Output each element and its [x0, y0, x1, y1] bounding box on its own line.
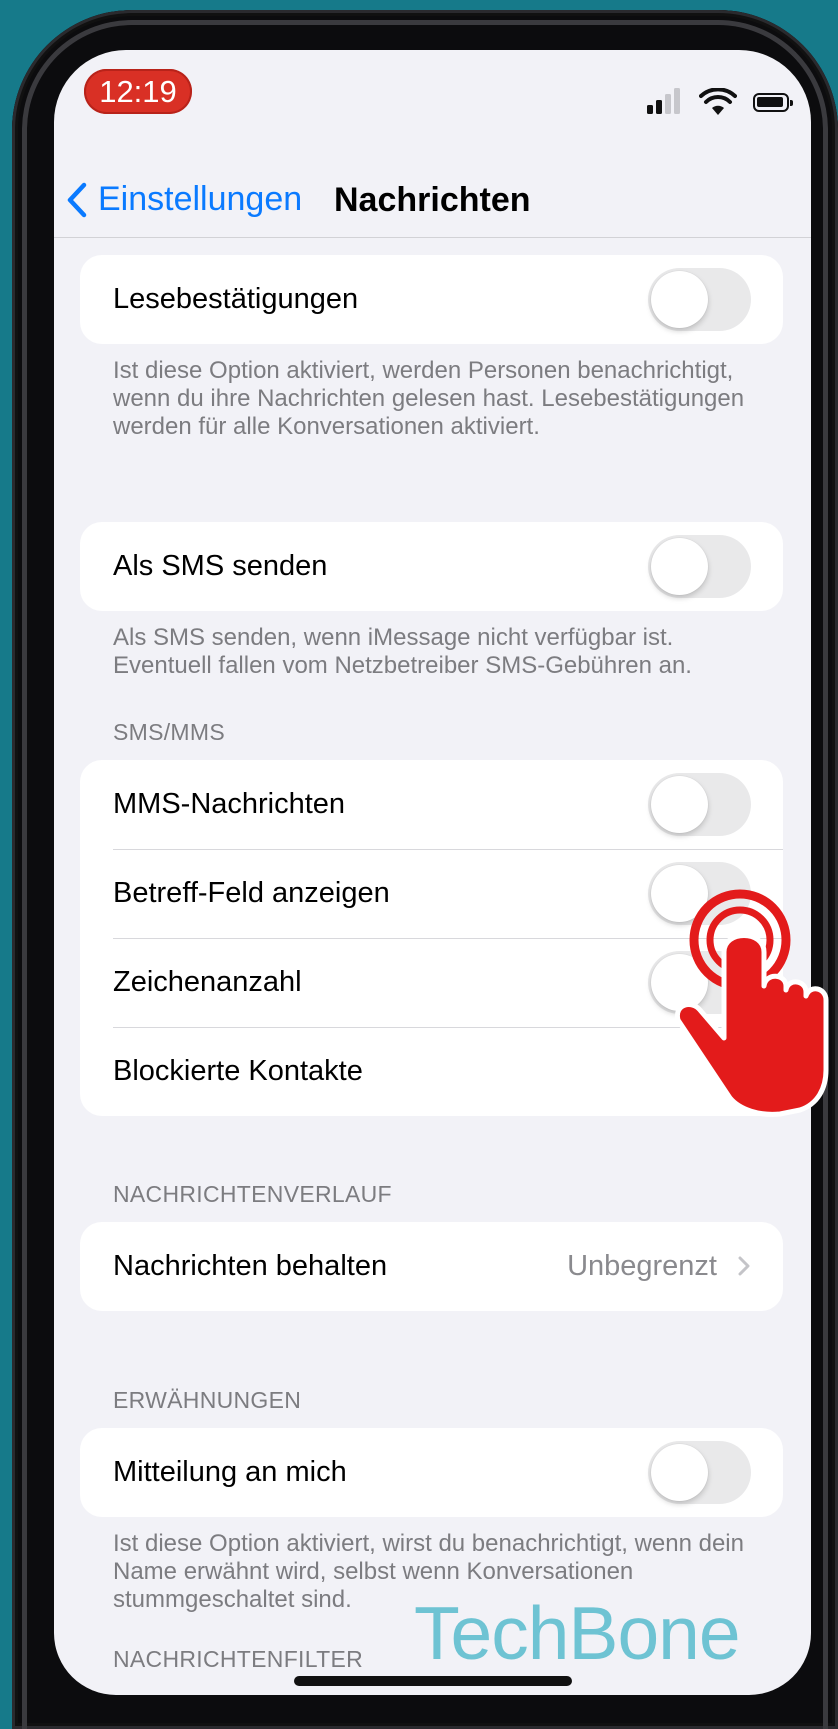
read-receipts-row: Lesebestätigungen — [80, 255, 783, 344]
nav-divider — [54, 237, 811, 238]
send-as-sms-row: Als SMS senden — [80, 522, 783, 611]
read-receipts-footer: Ist diese Option aktiviert, werden Perso… — [113, 357, 745, 440]
send-as-sms-group: Als SMS senden — [80, 522, 783, 611]
mms-messages-row: MMS-Nachrichten — [80, 760, 783, 849]
send-as-sms-footer: Als SMS senden, wenn iMessage nicht verf… — [113, 624, 692, 679]
screen: 12:19 Einstellungen Nachrichten Lesebest… — [54, 50, 811, 1695]
home-indicator — [294, 1676, 572, 1686]
send-as-sms-label: Als SMS senden — [113, 550, 328, 582]
wifi-icon — [699, 88, 737, 115]
keep-messages-row[interactable]: Nachrichten behalten Unbegrenzt — [80, 1222, 783, 1311]
mentions-group: Mitteilung an mich — [80, 1428, 783, 1517]
back-label: Einstellungen — [98, 180, 303, 218]
read-receipts-label: Lesebestätigungen — [113, 283, 359, 315]
back-button[interactable]: Einstellungen — [66, 180, 302, 219]
mms-messages-label: MMS-Nachrichten — [113, 788, 346, 820]
navigation-bar: Einstellungen Nachrichten — [54, 160, 811, 240]
cellular-signal-icon — [647, 88, 681, 118]
sms-mms-header: SMS/MMS — [113, 719, 225, 745]
status-time: 12:19 — [84, 69, 192, 114]
message-filter-header: NACHRICHTENFILTER — [113, 1646, 364, 1672]
read-receipts-group: Lesebestätigungen — [80, 255, 783, 344]
chevron-right-icon — [738, 1256, 750, 1276]
chevron-left-icon — [67, 182, 87, 217]
read-receipts-toggle[interactable] — [648, 268, 751, 331]
subject-field-label: Betreff-Feld anzeigen — [113, 877, 390, 909]
notify-me-label: Mitteilung an mich — [113, 1456, 347, 1488]
message-history-group: Nachrichten behalten Unbegrenzt — [80, 1222, 783, 1311]
page-title: Nachrichten — [334, 181, 531, 219]
tap-hand-icon — [674, 889, 829, 1117]
notify-me-toggle[interactable] — [648, 1441, 751, 1504]
message-history-header: NACHRICHTENVERLAUF — [113, 1181, 392, 1207]
battery-icon — [753, 93, 793, 112]
mms-messages-toggle[interactable] — [648, 773, 751, 836]
send-as-sms-toggle[interactable] — [648, 535, 751, 598]
keep-messages-value: Unbegrenzt — [567, 1250, 717, 1282]
blocked-contacts-label: Blockierte Kontakte — [113, 1055, 363, 1087]
keep-messages-label: Nachrichten behalten — [113, 1250, 388, 1282]
character-count-label: Zeichenanzahl — [113, 966, 302, 998]
techbone-watermark: TechBone — [414, 1591, 741, 1675]
mentions-header: ERWÄHNUNGEN — [113, 1387, 302, 1413]
notify-me-row: Mitteilung an mich — [80, 1428, 783, 1517]
